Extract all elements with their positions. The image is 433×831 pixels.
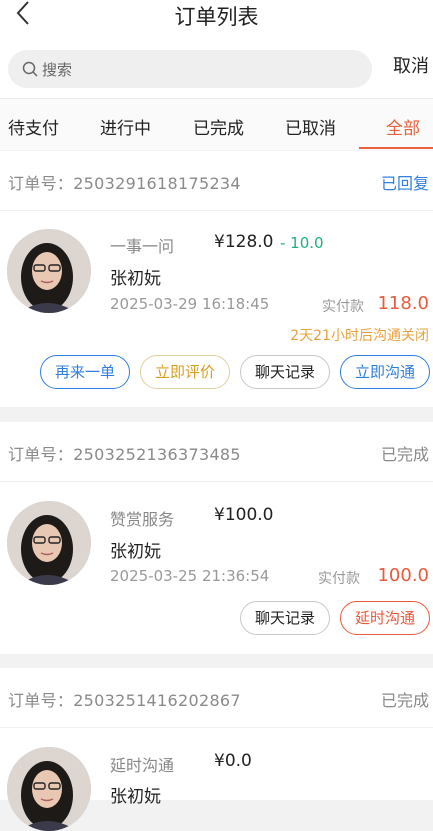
- price: ¥128.0: [214, 232, 274, 252]
- paid-label: 实付款: [322, 299, 364, 315]
- tab-bar: 待支付 进行中 已完成 已取消 全部: [0, 98, 433, 150]
- search-bar: 搜索 取消: [0, 40, 433, 98]
- paid-label: 实付款: [318, 571, 360, 587]
- top-bar: 订单列表: [0, 0, 433, 40]
- active-tab-indicator: [359, 147, 433, 149]
- tab-cancelled[interactable]: 已取消: [285, 114, 336, 139]
- consultant-name: 张初妧: [110, 542, 161, 562]
- tab-in-progress[interactable]: 进行中: [100, 114, 151, 139]
- order-time: 2025-03-25 21:36:54: [110, 567, 270, 585]
- tab-pending-payment[interactable]: 待支付: [8, 114, 59, 139]
- cancel-button[interactable]: 取消: [393, 52, 429, 78]
- search-icon: [22, 61, 38, 77]
- search-placeholder: 搜索: [42, 61, 73, 79]
- page-title: 订单列表: [174, 5, 259, 29]
- consultant-name: 张初妧: [110, 787, 161, 807]
- search-input[interactable]: 搜索: [8, 50, 372, 88]
- paid-amount: 100.0: [377, 565, 429, 586]
- service-name: 延时沟通: [110, 756, 175, 775]
- order-number: 订单号：2503291618175234: [8, 174, 241, 193]
- order-time: 2025-03-29 16:18:45: [110, 295, 270, 313]
- service-name: 赞赏服务: [110, 510, 175, 529]
- consultant-name: 张初妧: [110, 269, 161, 289]
- reorder-button[interactable]: 再来一单: [40, 355, 130, 389]
- discount: - 10.0: [280, 234, 324, 252]
- price: ¥0.0: [214, 751, 252, 771]
- tab-completed[interactable]: 已完成: [193, 114, 244, 139]
- rate-button[interactable]: 立即评价: [140, 355, 230, 389]
- chat-history-button[interactable]: 聊天记录: [240, 601, 330, 635]
- avatar: [7, 229, 91, 313]
- service-name: 一事一问: [110, 237, 175, 256]
- order-header: 订单号：2503291618175234 已回复: [0, 151, 433, 211]
- order-card[interactable]: 订单号：2503252136373485 已完成 赞赏服务 ¥100.0 张初妧…: [0, 422, 433, 654]
- tab-all[interactable]: 全部: [386, 114, 420, 139]
- order-card[interactable]: 订单号：2503251416202867 已完成 延时沟通 ¥0.0 张初妧: [0, 668, 433, 831]
- order-number: 订单号：2503251416202867: [8, 691, 241, 710]
- paid-amount: 118.0: [377, 293, 429, 314]
- order-status: 已完成: [380, 445, 429, 464]
- chat-history-button[interactable]: 聊天记录: [240, 355, 330, 389]
- order-number: 订单号：2503252136373485: [8, 445, 241, 464]
- order-header: 订单号：2503252136373485 已完成: [0, 422, 433, 482]
- order-status: 已完成: [380, 691, 429, 710]
- order-status: 已回复: [380, 174, 429, 193]
- avatar: [7, 501, 91, 585]
- communicate-now-button[interactable]: 立即沟通: [340, 355, 430, 389]
- order-card[interactable]: 订单号：2503291618175234 已回复 一事一问 ¥128.0 - 1…: [0, 151, 433, 407]
- avatar: [7, 747, 91, 831]
- price: ¥100.0: [214, 505, 274, 525]
- order-header: 订单号：2503251416202867 已完成: [0, 668, 433, 728]
- extend-communication-button[interactable]: 延时沟通: [340, 601, 430, 635]
- countdown-notice: 2天21小时后沟通关闭: [290, 328, 429, 344]
